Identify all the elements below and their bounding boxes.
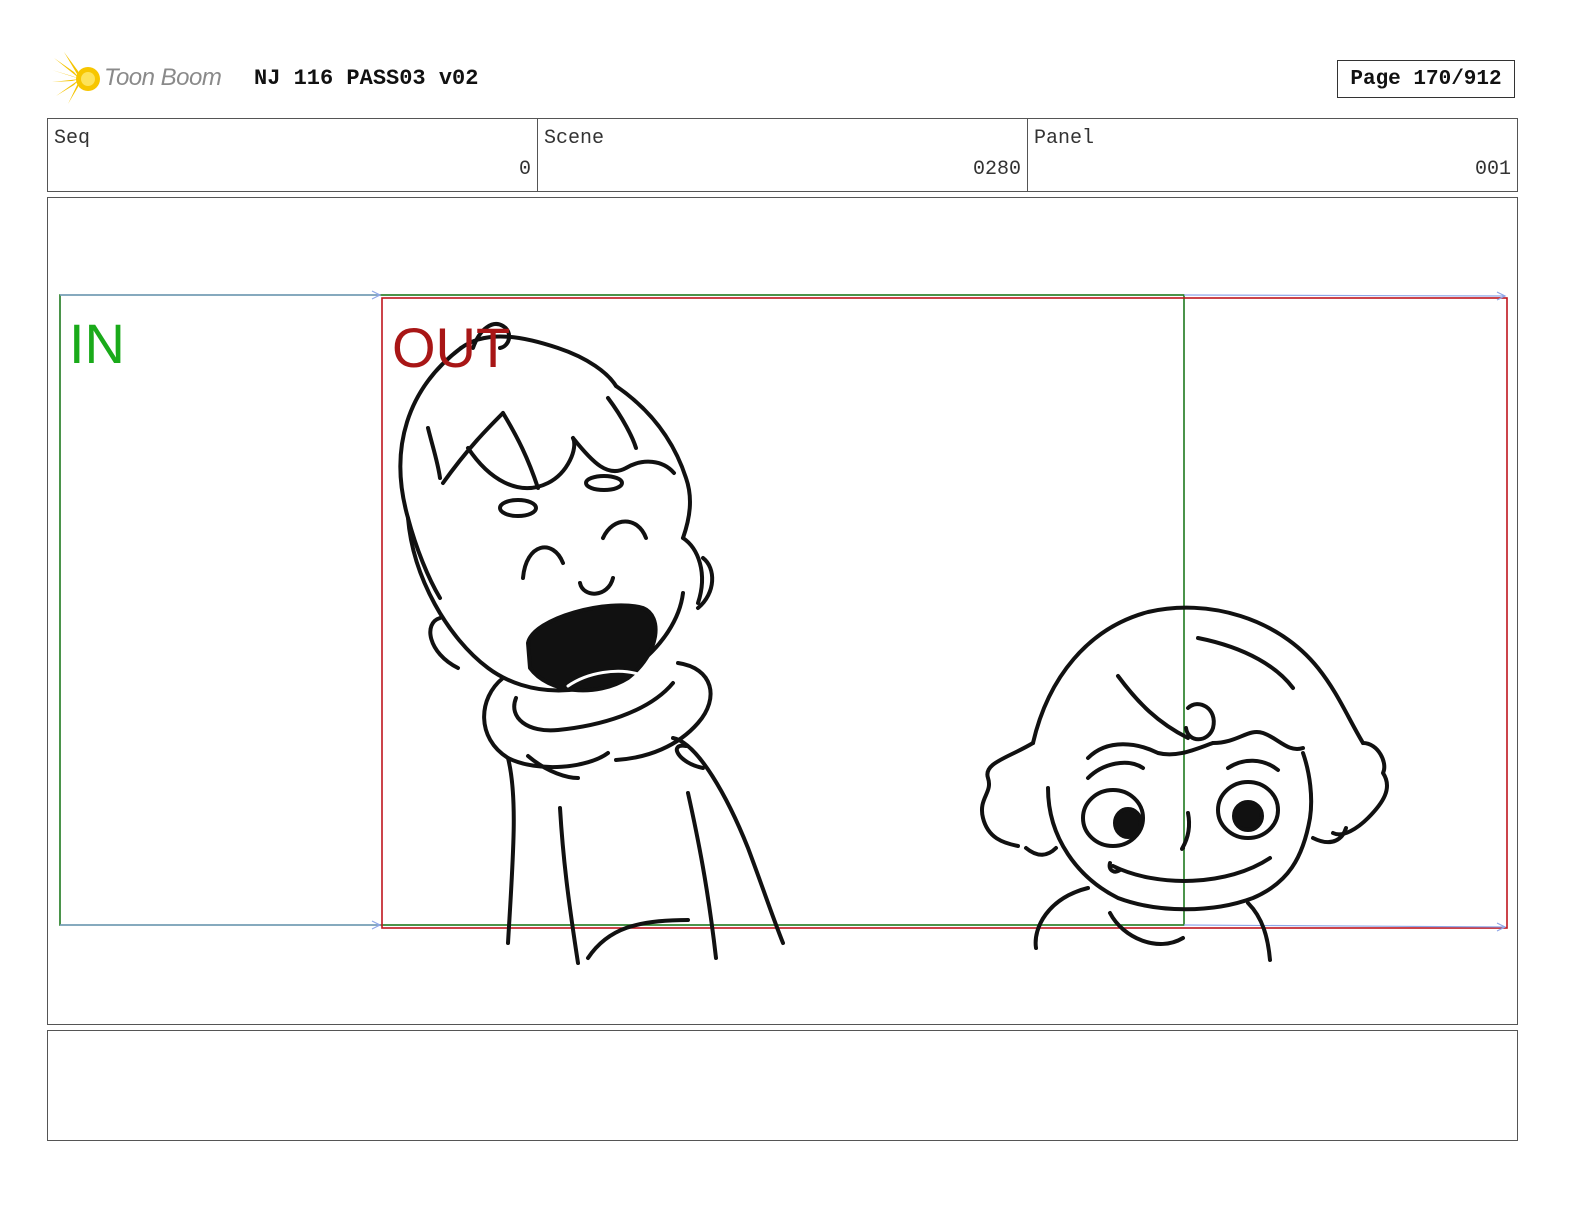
panel-value: 001 bbox=[1474, 158, 1511, 181]
in-frame-label: IN bbox=[69, 312, 125, 375]
toon-boom-logo: Toon Boom bbox=[50, 52, 240, 106]
out-frame-label: OUT bbox=[392, 316, 511, 379]
logo-text: Toon Boom bbox=[104, 64, 222, 91]
scene-cell: Scene 0280 bbox=[538, 119, 1028, 191]
seq-value: 0 bbox=[518, 158, 531, 181]
storyboard-panel: IN OUT bbox=[47, 197, 1518, 1025]
scene-info-row: Seq 0 Scene 0280 Panel 001 bbox=[47, 118, 1518, 192]
panel-notes-box[interactable] bbox=[47, 1030, 1518, 1141]
scene-value: 0280 bbox=[972, 158, 1021, 181]
seq-label: Seq bbox=[54, 127, 91, 150]
boy-character-sketch bbox=[398, 322, 785, 965]
panel-cell: Panel 001 bbox=[1028, 119, 1517, 191]
document-title: NJ 116 PASS03 v02 bbox=[254, 66, 479, 91]
page-counter: Page 170/912 bbox=[1337, 60, 1515, 98]
seq-cell: Seq 0 bbox=[48, 119, 538, 191]
panel-drawing bbox=[59, 290, 1508, 965]
sun-star-icon bbox=[52, 52, 100, 104]
scene-label: Scene bbox=[544, 127, 605, 150]
panel-label: Panel bbox=[1034, 127, 1095, 150]
pan-arrows bbox=[60, 290, 1507, 932]
